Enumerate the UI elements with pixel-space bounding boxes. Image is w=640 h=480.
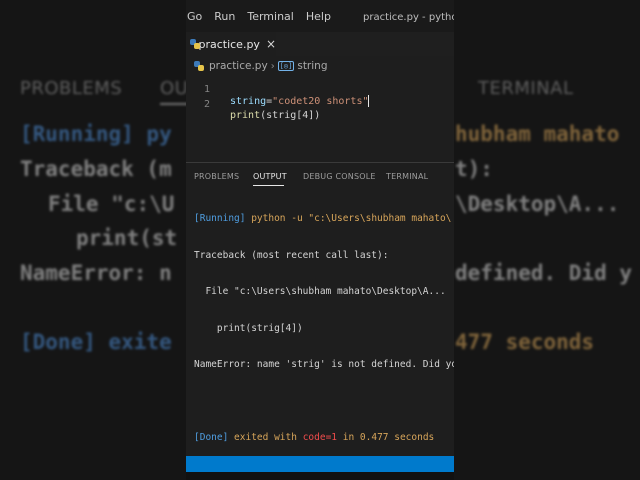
done-tag: [Done] — [194, 432, 229, 443]
done-in: in — [337, 432, 360, 443]
output-line-running: [Running] python -u "c:\Users\shubham ma… — [194, 213, 454, 228]
bg-line-error: NameError: n — [20, 261, 172, 285]
bg-tab-output: OU — [160, 78, 189, 99]
bg-tab-terminal: TERMINAL — [478, 78, 574, 99]
bg-line-traceback-right: t): — [455, 157, 493, 181]
output-line-blank — [194, 396, 454, 411]
running-tag: [Running] — [194, 213, 246, 224]
bg-line-running-right: hubham mahato — [455, 122, 620, 146]
tab-output[interactable]: OUTPUT — [253, 172, 287, 181]
bg-line-file: File "c:\U — [48, 192, 175, 216]
tab-terminal[interactable]: TERMINAL — [386, 172, 428, 181]
menu-run[interactable]: Run — [214, 10, 235, 23]
output-line-traceback: Traceback (most recent call last): — [194, 249, 389, 261]
done-text: exited with — [228, 432, 303, 443]
tab-debug-console[interactable]: DEBUG CONSOLE — [303, 172, 376, 181]
menu-bar: Go Run Terminal Help practice.py - pytho… — [186, 0, 454, 32]
running-command: python -u "c:\Users\shubham mahato\ — [245, 213, 452, 224]
bg-line-file-right: \Desktop\A... — [455, 192, 620, 216]
status-bar — [186, 456, 454, 472]
panel-tabs: PROBLEMS OUTPUT DEBUG CONSOLE TERMINAL — [186, 163, 454, 187]
bg-line-traceback: Traceback (m — [20, 157, 172, 181]
variable-symbol-icon: [◎] — [277, 61, 295, 71]
bg-line-print: print(st — [76, 226, 178, 250]
output-log[interactable]: [Running] python -u "c:\Users\shubham ma… — [194, 191, 454, 469]
tab-problems[interactable]: PROBLEMS — [194, 172, 239, 181]
breadcrumb: practice.py › [◎] string — [194, 58, 328, 74]
breadcrumb-file[interactable]: practice.py — [209, 60, 268, 72]
breadcrumb-symbol[interactable]: string — [297, 60, 327, 72]
vscode-window: Go Run Terminal Help practice.py - pytho… — [186, 0, 454, 480]
elapsed-time: 0.477 — [359, 432, 389, 443]
bg-line-error-right: defined. Did y — [455, 261, 633, 285]
menu-help[interactable]: Help — [306, 10, 331, 23]
token-args: (strig[4]) — [260, 110, 321, 121]
tab-practice-py[interactable]: practice.py × — [186, 32, 276, 56]
bottom-panel: PROBLEMS OUTPUT DEBUG CONSOLE TERMINAL [… — [186, 162, 454, 457]
line-number: 2 — [204, 99, 211, 110]
editor-tab-bar: practice.py × — [186, 32, 454, 56]
output-line-error: NameError: name 'strig' is not defined. … — [194, 359, 454, 370]
bg-line-done-right: 477 seconds — [455, 330, 595, 354]
window-title: practice.py - python - — [363, 12, 454, 23]
token-function: print — [230, 110, 261, 121]
bg-line-done: [Done] exite — [20, 330, 172, 354]
chevron-right-icon: › — [270, 60, 275, 72]
menu-terminal[interactable]: Terminal — [247, 10, 294, 23]
output-line-done: [Done] exited with code=1 in 0.477 secon… — [194, 432, 454, 447]
bg-line-running: [Running] py — [20, 122, 172, 146]
exit-code: code=1 — [302, 432, 338, 443]
bottom-strip — [186, 472, 454, 480]
python-file-icon — [190, 39, 202, 49]
output-line-print: print(strig[4]) — [194, 322, 303, 334]
code-line-2: 2 print(strig[4]) — [186, 88, 454, 121]
python-file-icon — [194, 61, 204, 71]
output-line-file: File "c:\Users\shubham mahato\Desktop\A.… — [194, 286, 446, 297]
code-editor[interactable]: 1 string="codet20 shorts" 2 print(strig[… — [186, 73, 454, 121]
done-seconds: seconds — [388, 432, 435, 443]
code-line-1: 1 string="codet20 shorts" — [186, 73, 454, 107]
menu-go[interactable]: Go — [187, 10, 202, 23]
active-tab-indicator — [253, 185, 284, 186]
tab-label: practice.py — [198, 37, 260, 51]
bg-tab-problems: PROBLEMS — [20, 78, 123, 99]
close-icon[interactable]: × — [266, 37, 276, 51]
